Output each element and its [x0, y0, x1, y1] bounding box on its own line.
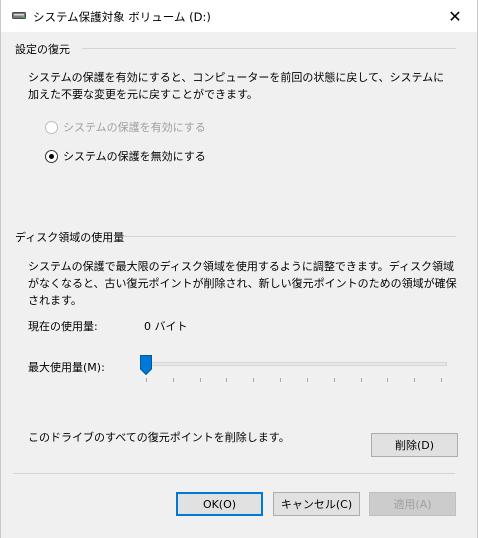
slider-tick	[414, 378, 416, 382]
cancel-button[interactable]: キャンセル(C)	[273, 492, 360, 516]
disk-description: システムの保護で最大限のディスク領域を使用するように調整できます。ディスク領域が…	[28, 260, 457, 307]
disk-group-line	[123, 236, 456, 237]
cancel-button-label: キャンセル(C)	[280, 498, 353, 511]
slider-tick	[360, 378, 362, 382]
delete-description: このドライブのすべての復元ポイントを削除します。	[28, 431, 290, 444]
slider-tick	[172, 378, 174, 382]
slider-tick	[441, 378, 442, 382]
max-usage-label: 最大使用量(M):	[28, 361, 105, 374]
radio-unchecked-icon	[45, 120, 58, 134]
current-usage-label: 現在の使用量:	[28, 320, 98, 333]
enable-protection-radio[interactable]: システムの保護を有効にする	[45, 119, 206, 135]
slider-tick	[306, 378, 308, 382]
radio-checked-icon	[45, 149, 58, 163]
disable-protection-radio[interactable]: システムの保護を無効にする	[45, 148, 206, 164]
slider-tick	[280, 378, 282, 382]
delete-button-label: 削除(D)	[394, 439, 435, 452]
footer-separator	[13, 473, 455, 474]
slider-tick	[253, 378, 255, 382]
apply-button-label: 適用(A)	[393, 498, 432, 511]
restore-description: システムの保護を有効にすると、コンピューターを前回の状態に戻して、システムに加え…	[28, 71, 445, 101]
slider-tick	[199, 378, 201, 382]
slider-tick	[387, 378, 389, 382]
close-button[interactable]: ✕	[433, 0, 477, 32]
close-icon: ✕	[448, 6, 462, 26]
restore-group-line	[82, 48, 456, 49]
title-bar[interactable]: システム保護対象 ボリューム (D:) ✕	[1, 0, 477, 32]
restore-group-label: 設定の復元	[15, 43, 70, 56]
max-usage-slider-track[interactable]	[146, 362, 447, 366]
current-usage-value: 0 バイト	[144, 320, 188, 333]
slider-tick	[146, 378, 147, 382]
slider-thumb-icon[interactable]	[140, 355, 152, 375]
apply-button[interactable]: 適用(A)	[369, 492, 456, 516]
enable-protection-label: システムの保護を有効にする	[63, 121, 206, 134]
ok-button[interactable]: OK(O)	[176, 492, 263, 516]
disable-protection-label: システムの保護を無効にする	[63, 150, 206, 163]
slider-tick	[226, 378, 228, 382]
system-protection-dialog: システム保護対象 ボリューム (D:) ✕ 設定の復元 システムの保護を有効にす…	[0, 0, 478, 538]
disk-group-label: ディスク領域の使用量	[15, 231, 125, 244]
delete-button[interactable]: 削除(D)	[371, 433, 458, 457]
window-title: システム保護対象 ボリューム (D:)	[33, 10, 211, 24]
ok-button-label: OK(O)	[202, 497, 237, 511]
slider-tick	[333, 378, 335, 382]
drive-icon	[12, 12, 26, 19]
